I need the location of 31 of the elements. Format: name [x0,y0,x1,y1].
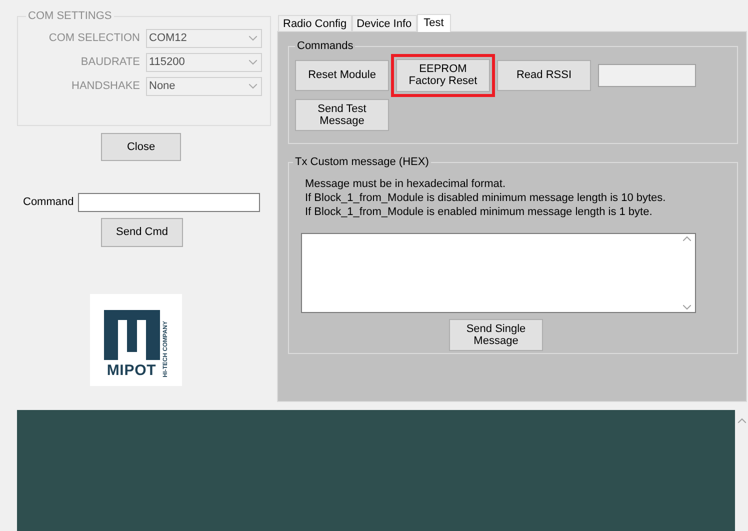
field-label: COM SELECTION [48,30,140,46]
dropdown-value: None [149,78,176,94]
instruction-text: If Block_1_from_Module is enabled minimum message length is 1 byte. [305,204,654,218]
group-title: Commands [296,39,354,54]
close-button[interactable]: Close [101,133,181,161]
send-test-message-button[interactable]: Send Test Message [295,98,389,130]
command-field[interactable] [78,193,260,212]
scroll-down-icon[interactable] [682,304,690,310]
command-label: Command [23,195,74,210]
dropdown-value: 115200 [149,54,185,70]
logo-mark-icon [104,310,160,360]
group-title: COM SETTINGS [27,9,113,24]
tab[interactable]: Device Info [352,15,417,31]
scroll-up-icon[interactable] [738,418,746,423]
group-title: Tx Custom message (HEX) [294,155,430,170]
rssi-field[interactable] [598,64,696,86]
tab[interactable]: Test [416,14,451,32]
send-cmd-button[interactable]: Send Cmd [101,218,183,247]
scroll-up-icon[interactable] [682,236,690,240]
command-button[interactable]: EEPROM Factory Reset [391,54,495,96]
tab[interactable]: Radio Config [278,15,352,31]
command-button[interactable]: Read RSSI [497,60,591,90]
instruction-text: Message must be in hexadecimal format. [305,176,507,190]
field-label: BAUDRATE [80,54,140,70]
command-button[interactable]: Reset Module [295,60,389,90]
logo-wordmark: MIPOT [106,363,156,378]
dropdown-value: COM12 [149,30,187,46]
send-single-message-button[interactable]: Send Single Message [449,318,543,350]
message-text-area[interactable] [301,232,696,312]
field-label: HANDSHAKE [70,78,140,94]
instruction-text: If Block_1_from_Module is disabled minimum message length is 10 bytes. [305,190,667,204]
